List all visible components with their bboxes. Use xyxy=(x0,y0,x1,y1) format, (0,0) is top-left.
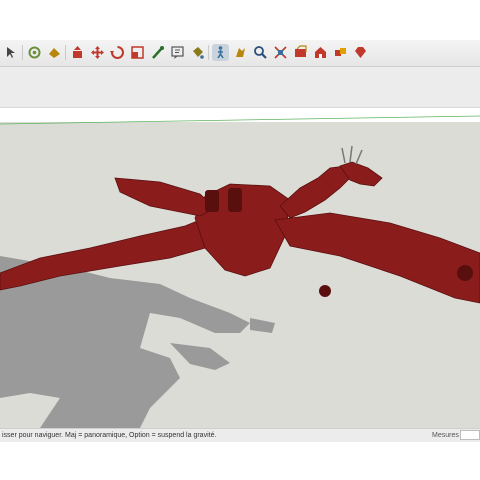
toolbar-separator xyxy=(208,45,209,60)
top-margin xyxy=(0,0,480,40)
section-plane-tool-button[interactable] xyxy=(292,44,309,61)
move-tool-button[interactable] xyxy=(89,44,106,61)
bottom-margin xyxy=(0,442,480,480)
orbit-tool-button[interactable] xyxy=(26,44,43,61)
warehouse-icon xyxy=(315,47,326,58)
text-label-icon xyxy=(171,46,184,59)
wing-engine xyxy=(457,265,473,281)
select-arrow-icon xyxy=(7,47,15,58)
look-around-tool-button[interactable] xyxy=(46,44,63,61)
scene-canvas[interactable] xyxy=(0,108,480,428)
components-icon xyxy=(335,48,346,56)
toolbar-separator xyxy=(22,45,23,60)
measurements-input[interactable] xyxy=(460,430,480,440)
extension-ruby-tool-button[interactable] xyxy=(352,44,369,61)
scale-icon xyxy=(131,46,144,59)
position-camera-icon xyxy=(236,48,245,57)
tape-measure-icon xyxy=(152,46,164,59)
3d-viewport[interactable] xyxy=(0,108,480,428)
rotate-tool-button[interactable] xyxy=(109,44,126,61)
move-icon xyxy=(91,46,104,59)
zoom-tool-button[interactable] xyxy=(252,44,269,61)
scale-tool-button[interactable] xyxy=(129,44,146,61)
paint-bucket-tool-button[interactable] xyxy=(189,44,206,61)
walk-icon xyxy=(217,46,224,59)
toolbar-separator xyxy=(65,45,66,60)
text-label-tool-button[interactable] xyxy=(169,44,186,61)
select-arrow-tool-button[interactable] xyxy=(3,44,20,61)
zoom-icon xyxy=(254,46,267,59)
tape-measure-tool-button[interactable] xyxy=(149,44,166,61)
position-camera-tool-button[interactable] xyxy=(232,44,249,61)
orbit-icon xyxy=(28,46,41,59)
walk-tool-button[interactable] xyxy=(212,44,229,61)
paint-bucket-icon xyxy=(193,47,204,59)
secondary-toolbar-area xyxy=(0,67,480,108)
components-tool-button[interactable] xyxy=(332,44,349,61)
section-plane-icon xyxy=(295,45,307,57)
rotate-icon xyxy=(110,46,124,59)
warehouse-tool-button[interactable] xyxy=(312,44,329,61)
push-pull-tool-button[interactable] xyxy=(69,44,86,61)
jet-engine-left xyxy=(205,190,219,212)
zoom-extents-icon xyxy=(274,46,287,59)
zoom-extents-tool-button[interactable] xyxy=(272,44,289,61)
main-toolbar xyxy=(0,40,480,67)
status-hint-text: isser pour naviguer. Maj = panoramique, … xyxy=(2,432,217,439)
extension-ruby-icon xyxy=(355,47,366,58)
status-bar: isser pour naviguer. Maj = panoramique, … xyxy=(0,428,480,442)
measurements-label: Mesures xyxy=(432,432,459,439)
jet-engine-right xyxy=(228,188,242,212)
look-around-icon xyxy=(49,48,60,58)
dragon-claw xyxy=(319,285,331,297)
push-pull-icon xyxy=(73,46,82,58)
